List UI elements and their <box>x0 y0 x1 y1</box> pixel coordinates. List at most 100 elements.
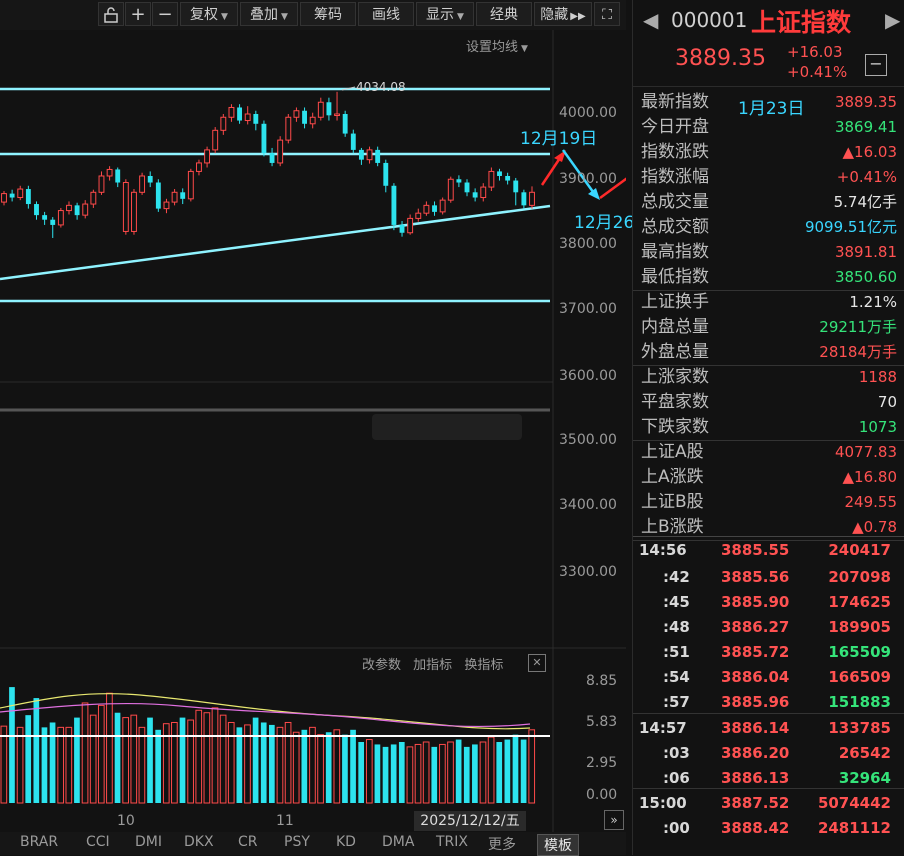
stat-row: 上A涨跌 ▲16.80 <box>633 465 904 490</box>
tick-row: 15:00 3887.52 5074442 <box>633 791 904 816</box>
stat-row: 最高指数 3891.81 <box>633 240 904 265</box>
tab-dmi[interactable]: DMI <box>135 834 162 850</box>
tick-time: :03 <box>663 744 690 762</box>
candle-body <box>439 199 446 213</box>
stat-row: 平盘家数 70 <box>633 390 904 415</box>
tick-row: :45 3885.90 174625 <box>633 590 904 615</box>
cursor-date-tag: 2025/12/12/五 <box>414 811 526 831</box>
tab-brar[interactable]: BRAR <box>20 834 58 850</box>
candle-body <box>505 175 511 181</box>
tab-dkx[interactable]: DKX <box>184 834 214 850</box>
tab-dma[interactable]: DMA <box>382 834 414 850</box>
next-arrow-icon[interactable]: ▶ <box>885 8 900 32</box>
price-change: +16.03 +0.41% <box>787 42 847 82</box>
stat-value: 1073 <box>858 418 897 436</box>
candle-body <box>74 205 80 216</box>
volume-bar <box>187 719 194 804</box>
close-icon[interactable]: ✕ <box>528 654 546 672</box>
candle-body <box>293 110 300 118</box>
candle-body <box>106 168 113 177</box>
stat-value: ▲16.03 <box>842 143 897 161</box>
volume-bar <box>284 721 292 804</box>
candle-body <box>237 107 243 121</box>
candle-body <box>399 224 405 233</box>
candle-body <box>472 192 478 198</box>
stat-label: 内盘总量 <box>641 317 709 337</box>
volume-bar <box>390 744 397 803</box>
stat-label: 上A涨跌 <box>641 467 704 487</box>
section-divider <box>633 713 904 714</box>
stat-value: 3891.81 <box>834 243 897 261</box>
volume-bar <box>479 741 487 804</box>
stock-name: 上证指数 <box>751 8 852 37</box>
volume-bar <box>122 717 130 804</box>
volume-bar <box>130 714 138 804</box>
tick-volume: 2481112 <box>817 819 891 837</box>
tab-cr[interactable]: CR <box>238 834 258 850</box>
tab-kd[interactable]: KD <box>336 834 356 850</box>
volume-bar <box>147 717 153 803</box>
tick-volume: 174625 <box>828 593 891 611</box>
tab-more[interactable]: 更多 <box>488 834 516 854</box>
candle-body <box>50 219 56 225</box>
prev-arrow-icon[interactable]: ◀ <box>643 8 658 32</box>
change-params-link[interactable]: 改参数 <box>362 658 401 673</box>
volume-bar <box>520 739 527 803</box>
volume-bar <box>301 729 308 803</box>
candle-body <box>464 182 470 193</box>
volume-bar <box>276 726 284 804</box>
tick-row: :51 3885.72 165509 <box>633 640 904 665</box>
candle-body <box>432 205 437 212</box>
volume-bar <box>260 722 267 803</box>
tick-volume: 151883 <box>828 693 891 711</box>
candle-body <box>212 129 219 151</box>
candle-body <box>180 192 186 199</box>
stat-row: 外盘总量 28184万手 <box>633 340 904 365</box>
tick-price: 3886.14 <box>721 719 790 737</box>
volume-bar <box>81 702 89 804</box>
collapse-button[interactable]: − <box>865 54 887 76</box>
double-arrow-right-icon[interactable]: » <box>604 810 624 830</box>
volume-bar <box>65 726 73 804</box>
candle-body <box>1 193 7 203</box>
tick-row: :00 3888.42 2481112 <box>633 816 904 841</box>
candle-body <box>480 186 487 199</box>
tick-row: :57 3885.96 151883 <box>633 690 904 715</box>
stat-label: 上涨家数 <box>641 367 709 387</box>
candle-body <box>423 204 430 214</box>
tick-price: 3885.56 <box>721 568 790 586</box>
tick-row: :42 3885.56 207098 <box>633 565 904 590</box>
tab-psy[interactable]: PSY <box>284 834 310 850</box>
volume-bar <box>317 734 324 804</box>
stock-code: 000001 <box>671 8 748 32</box>
stat-row: 最低指数 3850.60 <box>633 265 904 290</box>
volume-bar <box>0 725 8 804</box>
stat-label: 外盘总量 <box>641 342 709 362</box>
volume-bar <box>236 727 243 803</box>
stat-row: 下跌家数 1073 <box>633 415 904 440</box>
tab-template[interactable]: 模板 <box>537 834 579 856</box>
stat-value: ▲16.80 <box>842 468 897 486</box>
tick-time: :57 <box>663 693 690 711</box>
add-indicator-link[interactable]: 加指标 <box>413 658 452 673</box>
tick-time: :54 <box>663 668 690 686</box>
volume-bar <box>106 692 113 804</box>
candlestick-series <box>1 91 535 238</box>
x-tick-label: 11 <box>276 813 294 829</box>
candle-body <box>25 189 31 205</box>
stat-label: 上证A股 <box>641 442 704 462</box>
candle-body <box>115 169 121 183</box>
section-divider <box>633 536 904 537</box>
candle-body <box>228 106 235 118</box>
tab-trix[interactable]: TRIX <box>436 834 468 850</box>
candle-body <box>456 179 462 183</box>
tick-price: 3885.90 <box>721 593 790 611</box>
y-tick-label: 3400.00 <box>559 497 617 513</box>
volume-bar <box>382 746 389 803</box>
tick-row: 14:57 3886.14 133785 <box>633 716 904 741</box>
volume-bar <box>49 722 56 803</box>
stat-row: 指数涨跌 ▲16.03 <box>633 140 904 165</box>
switch-indicator-link[interactable]: 换指标 <box>464 658 503 673</box>
volume-bar <box>455 739 462 803</box>
tab-cci[interactable]: CCI <box>86 834 110 850</box>
